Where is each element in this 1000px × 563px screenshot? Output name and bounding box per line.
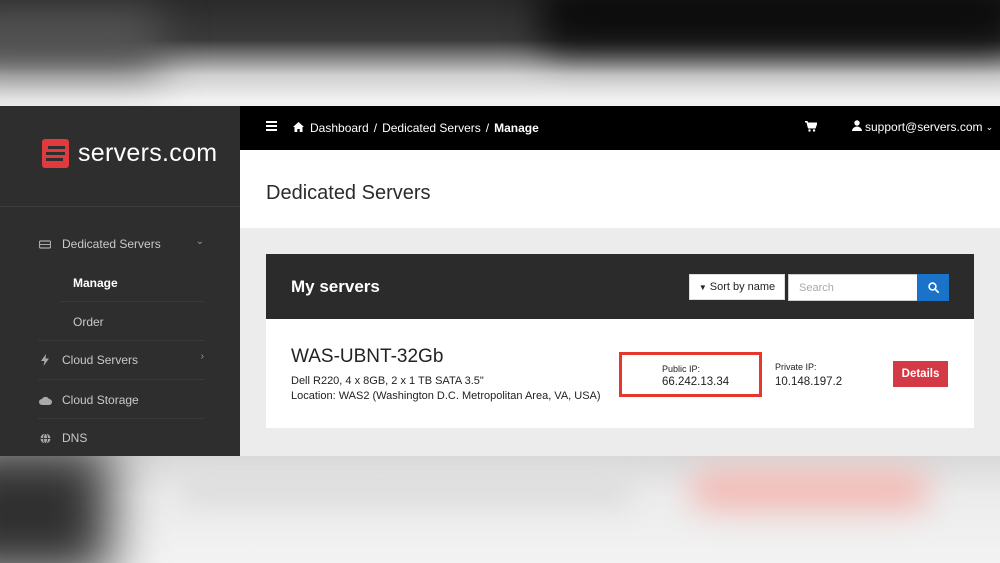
chevron-right-icon: ›	[200, 351, 204, 362]
servers-panel-header: My servers ▼ Sort by name	[266, 254, 974, 319]
brand-name: servers.com	[78, 139, 218, 167]
chevron-down-icon: ⌄	[195, 236, 204, 247]
sidebar-divider	[38, 340, 204, 341]
sidebar-item-label: Cloud Storage	[62, 393, 139, 407]
server-name[interactable]: WAS-UBNT-32Gb	[291, 346, 443, 368]
details-button[interactable]: Details	[893, 361, 948, 387]
search-input[interactable]	[788, 274, 918, 301]
sidebar-divider	[0, 206, 240, 207]
sidebar-divider	[60, 301, 204, 302]
shopping-cart-icon[interactable]	[805, 121, 818, 135]
user-email: support@servers.com	[865, 120, 983, 134]
bolt-icon	[38, 353, 52, 367]
sidebar-divider	[38, 418, 204, 419]
sidebar-item-dedicated-servers[interactable]: Dedicated Servers ⌄	[38, 233, 208, 255]
backdrop-blur-shape	[690, 470, 930, 510]
backdrop-blur-shape	[0, 456, 110, 563]
sidebar: servers.com Dedicated Servers ⌄ Manage O…	[0, 106, 240, 456]
sidebar-divider	[38, 379, 204, 380]
breadcrumb-dashboard[interactable]: Dashboard	[310, 121, 369, 135]
search-icon	[927, 282, 939, 293]
servers-logo-icon	[42, 139, 69, 168]
brand-logo[interactable]: servers.com	[42, 139, 217, 168]
breadcrumb-dedicated-servers[interactable]: Dedicated Servers	[382, 121, 481, 135]
sidebar-item-label: Dedicated Servers	[62, 237, 161, 251]
public-ip-value: 66.242.13.34	[662, 376, 730, 388]
hard-drive-icon	[38, 237, 52, 251]
sidebar-item-cloud-storage[interactable]: Cloud Storage	[38, 389, 208, 411]
panel-title: My servers	[291, 277, 380, 296]
private-ip-value: 10.148.197.2	[775, 376, 843, 388]
search-button[interactable]	[917, 274, 949, 301]
blurred-backdrop-top	[0, 0, 1000, 106]
user-account-menu[interactable]: support@servers.com ⌄	[852, 120, 993, 134]
hamburger-menu-icon[interactable]	[266, 121, 277, 132]
home-icon	[293, 121, 304, 135]
blurred-backdrop-bottom	[0, 456, 1000, 563]
sort-dropdown-button[interactable]: ▼ Sort by name	[689, 274, 785, 300]
sidebar-subitem-manage[interactable]: Manage	[73, 276, 118, 290]
breadcrumb-manage: Manage	[494, 121, 539, 135]
sidebar-item-dns[interactable]: DNS	[38, 427, 208, 449]
app-window: servers.com Dedicated Servers ⌄ Manage O…	[0, 106, 1000, 456]
server-location: Location: WAS2 (Washington D.C. Metropol…	[291, 390, 601, 402]
private-ip-block: Private IP: 10.148.197.2	[775, 362, 842, 388]
user-icon	[852, 120, 862, 134]
breadcrumb-separator: /	[373, 121, 378, 135]
page-header: Dedicated Servers	[240, 150, 1000, 228]
sidebar-subitem-order[interactable]: Order	[73, 315, 104, 329]
page-title: Dedicated Servers	[266, 182, 431, 204]
chevron-down-icon: ⌄	[985, 121, 994, 132]
globe-icon	[38, 431, 52, 445]
caret-down-icon: ▼	[698, 282, 707, 292]
sidebar-item-label: Cloud Servers	[62, 353, 139, 367]
backdrop-blur-shape	[180, 476, 630, 506]
public-ip-highlight: Public IP: 66.242.13.34	[619, 352, 762, 397]
public-ip-label: Public IP:	[662, 364, 701, 374]
backdrop-blur-shape	[0, 10, 160, 70]
breadcrumb-separator: /	[485, 121, 490, 135]
cloud-icon	[38, 393, 52, 407]
breadcrumb: Dashboard / Dedicated Servers / Manage	[293, 121, 539, 135]
main-content: Dashboard / Dedicated Servers / Manage s…	[240, 106, 1000, 456]
top-navbar: Dashboard / Dedicated Servers / Manage s…	[240, 106, 1000, 150]
sidebar-item-cloud-servers[interactable]: Cloud Servers ›	[38, 349, 208, 371]
backdrop-blur-shape	[540, 0, 1000, 50]
server-spec: Dell R220, 4 x 8GB, 2 x 1 TB SATA 3.5"	[291, 375, 484, 387]
sidebar-item-label: DNS	[62, 431, 88, 445]
server-list-item: WAS-UBNT-32Gb Dell R220, 4 x 8GB, 2 x 1 …	[266, 319, 974, 428]
private-ip-label: Private IP:	[775, 362, 817, 372]
sort-label: Sort by name	[709, 281, 776, 293]
